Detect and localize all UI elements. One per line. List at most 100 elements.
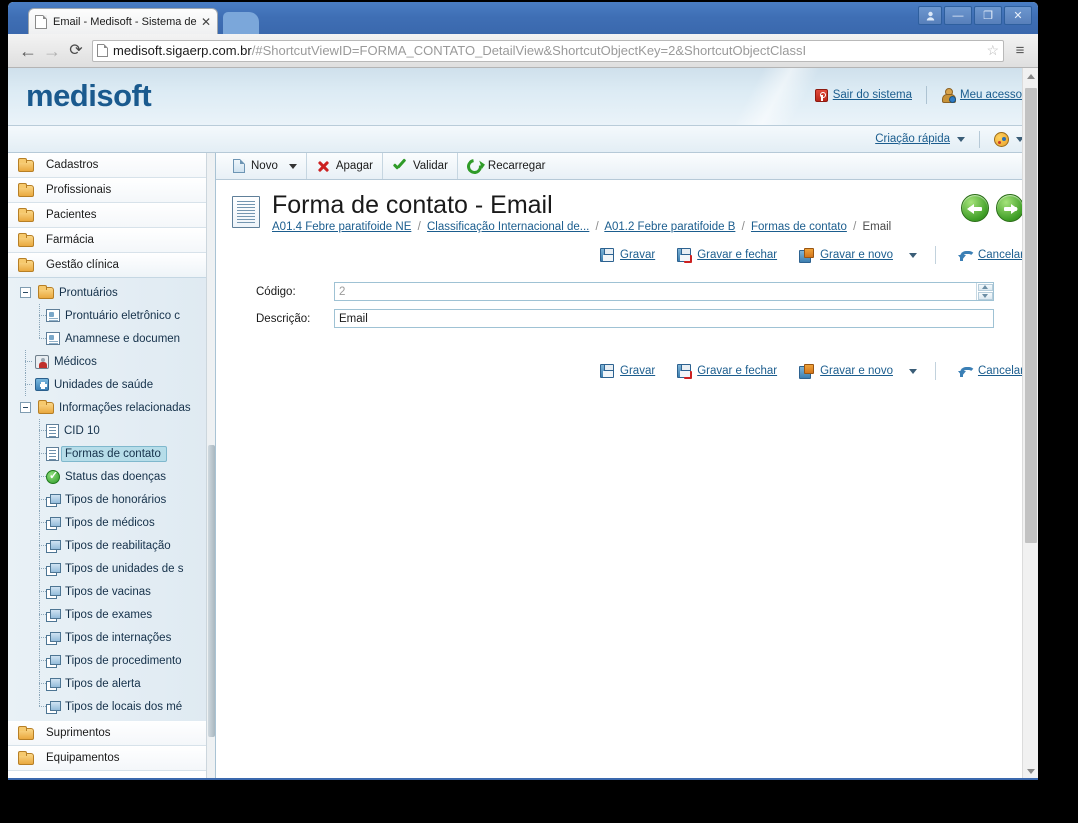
save-link-bottom[interactable]: Gravar xyxy=(600,364,655,378)
address-bar[interactable]: medisoft.sigaerp.com.br/#ShortcutViewID=… xyxy=(92,39,1004,62)
screen: Email - Medisoft - Sistema de ✕ — ❐ ✕ ← … xyxy=(0,0,1078,823)
collapse-icon[interactable] xyxy=(20,287,31,298)
save-label: Gravar xyxy=(620,365,656,377)
tree-item-tipos-de-vacinas[interactable]: Tipos de vacinas xyxy=(8,580,215,603)
tree-item-label: Tipos de internações xyxy=(65,631,172,644)
tree-item-tipos-de-procedimentos[interactable]: Tipos de procedimento xyxy=(8,649,215,672)
breadcrumb-link-1[interactable]: A01.4 Febre paratifoide NE xyxy=(272,221,411,233)
tree-item-label: Prontuário eletrônico c xyxy=(65,309,181,322)
tree-item-tipos-de-exames[interactable]: Tipos de exames xyxy=(8,603,215,626)
page-scrollbar-thumb[interactable] xyxy=(1025,88,1037,543)
window-minimize-button[interactable]: — xyxy=(944,6,972,25)
new-button[interactable]: Novo xyxy=(224,153,307,179)
page-favicon-icon xyxy=(35,14,47,29)
tree-item-anamnese[interactable]: Anamnese e documen xyxy=(8,327,215,350)
browser-titlebar: Email - Medisoft - Sistema de ✕ — ❐ ✕ xyxy=(8,2,1038,34)
tree-item-label: Tipos de honorários xyxy=(65,493,167,506)
window-close-button[interactable]: ✕ xyxy=(1004,6,1032,25)
sidebar-item-gestao-clinica[interactable]: Gestão clínica xyxy=(8,253,215,278)
stack-icon xyxy=(46,701,61,714)
theme-menu[interactable] xyxy=(994,131,1024,147)
save-and-new-link[interactable]: Gravar e novo xyxy=(799,248,917,263)
collapse-icon[interactable] xyxy=(20,402,31,413)
code-stepper[interactable] xyxy=(976,283,993,300)
browser-menu-icon[interactable]: ≡ xyxy=(1010,42,1030,59)
sidebar-item-equipamentos[interactable]: Equipamentos xyxy=(8,746,215,771)
cancel-link[interactable]: Cancelar xyxy=(957,248,1024,262)
sidebar-scrollbar-thumb[interactable] xyxy=(208,445,215,737)
stack-icon xyxy=(46,609,61,622)
tree-item-label: Tipos de reabilitação xyxy=(65,539,171,552)
stack-icon xyxy=(46,563,61,576)
browser-tab[interactable]: Email - Medisoft - Sistema de ✕ xyxy=(28,8,218,34)
action-divider xyxy=(934,246,936,264)
tree-item-tipos-de-alerta[interactable]: Tipos de alerta xyxy=(8,672,215,695)
tree-item-cid-10[interactable]: CID 10 xyxy=(8,419,215,442)
save-and-new-label: Gravar e novo xyxy=(820,365,893,377)
window-restore-button[interactable]: ❐ xyxy=(974,6,1002,25)
save-and-new-link-bottom[interactable]: Gravar e novo xyxy=(799,364,917,379)
browser-navbar: ← → ⟳ medisoft.sigaerp.com.br/#ShortcutV… xyxy=(8,34,1038,68)
chevron-down-icon[interactable] xyxy=(908,252,917,258)
breadcrumb-link-3[interactable]: A01.2 Febre paratifoide B xyxy=(604,221,735,233)
validate-button[interactable]: Validar xyxy=(383,153,458,179)
description-field-wrapper[interactable] xyxy=(334,309,994,328)
tree-item-prontuario-eletronico[interactable]: Prontuário eletrônico c xyxy=(8,304,215,327)
folder-icon xyxy=(38,285,54,299)
logout-link[interactable]: Sair do sistema xyxy=(814,88,912,102)
tree-guide xyxy=(20,373,32,396)
page-scrollbar[interactable] xyxy=(1022,68,1038,780)
tree-item-tipos-de-internacoes[interactable]: Tipos de internações xyxy=(8,626,215,649)
sidebar-item-suprimentos[interactable]: Suprimentos xyxy=(8,721,215,746)
tree-item-status-das-doencas[interactable]: Status das doenças xyxy=(8,465,215,488)
stepper-up-button[interactable] xyxy=(977,283,993,291)
delete-button[interactable]: Apagar xyxy=(307,153,383,179)
previous-record-button[interactable] xyxy=(961,194,989,222)
sidebar-scrollbar[interactable] xyxy=(206,153,215,779)
stack-icon xyxy=(46,655,61,668)
sidebar-item-profissionais[interactable]: Profissionais xyxy=(8,178,215,203)
tree-item-tipos-de-unidades-de-saude[interactable]: Tipos de unidades de s xyxy=(8,557,215,580)
next-record-button[interactable] xyxy=(996,194,1024,222)
tab-close-icon[interactable]: ✕ xyxy=(201,16,211,28)
stack-icon xyxy=(46,586,61,599)
user-account-icon xyxy=(941,88,956,103)
tree-item-tipos-de-honorarios[interactable]: Tipos de honorários xyxy=(8,488,215,511)
tree-item-tipos-de-medicos[interactable]: Tipos de médicos xyxy=(8,511,215,534)
tree-item-medicos[interactable]: Médicos xyxy=(8,350,215,373)
tree-item-formas-de-contato[interactable]: Formas de contato xyxy=(8,442,215,465)
tree-item-prontuarios[interactable]: Prontuários xyxy=(8,281,215,304)
reload-icon[interactable]: ⟳ xyxy=(64,42,88,59)
tree-guide xyxy=(34,304,46,327)
scroll-up-button[interactable] xyxy=(1023,68,1038,85)
bookmark-star-icon[interactable]: ☆ xyxy=(986,42,999,59)
sidebar-item-farmacia[interactable]: Farmácia xyxy=(8,228,215,253)
chevron-down-icon[interactable] xyxy=(908,368,917,374)
breadcrumb-link-2[interactable]: Classificação Internacional de... xyxy=(427,221,589,233)
code-input[interactable] xyxy=(335,283,976,300)
tree-item-tipos-de-locais-dos-medicos[interactable]: Tipos de locais dos mé xyxy=(8,695,215,718)
new-tab-button[interactable] xyxy=(223,12,259,34)
reload-button[interactable]: Recarregar xyxy=(458,153,555,179)
save-and-close-link[interactable]: Gravar e fechar xyxy=(677,248,777,263)
window-user-icon[interactable] xyxy=(918,6,942,25)
back-icon[interactable]: ← xyxy=(16,42,40,60)
tree-item-tipos-de-reabilitacao[interactable]: Tipos de reabilitação xyxy=(8,534,215,557)
code-field-wrapper[interactable] xyxy=(334,282,994,301)
address-bar-url: medisoft.sigaerp.com.br/#ShortcutViewID=… xyxy=(113,43,984,58)
quick-create-menu[interactable]: Criação rápida xyxy=(875,133,965,145)
sidebar-item-cadastros[interactable]: Cadastros xyxy=(8,153,215,178)
save-link[interactable]: Gravar xyxy=(600,248,655,262)
my-access-link[interactable]: Meu acesso xyxy=(941,88,1022,103)
save-and-close-link-bottom[interactable]: Gravar e fechar xyxy=(677,364,777,379)
cancel-link-bottom[interactable]: Cancelar xyxy=(957,364,1024,378)
stepper-down-button[interactable] xyxy=(977,292,993,300)
sidebar-item-pacientes[interactable]: Pacientes xyxy=(8,203,215,228)
chevron-down-icon[interactable] xyxy=(288,163,297,169)
breadcrumb-link-4[interactable]: Formas de contato xyxy=(751,221,847,233)
description-input[interactable] xyxy=(335,310,993,327)
tree-item-informacoes-relacionadas[interactable]: Informações relacionadas xyxy=(8,396,215,419)
forward-icon[interactable]: → xyxy=(40,42,64,60)
tree-item-unidades-de-saude[interactable]: Unidades de saúde xyxy=(8,373,215,396)
browser-tab-title: Email - Medisoft - Sistema de xyxy=(53,15,197,28)
